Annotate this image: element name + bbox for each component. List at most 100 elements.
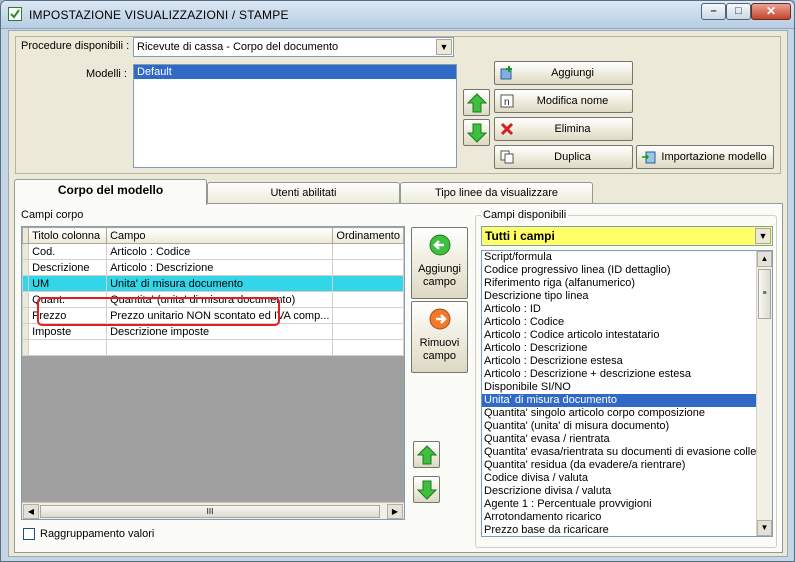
campi-disponibili-list[interactable]: Script/formula Codice progressivo linea (… — [481, 250, 773, 537]
table-row[interactable]: Descrizione Articolo : Descrizione — [22, 259, 404, 276]
duplica-button[interactable]: Duplica — [494, 145, 633, 169]
scroll-right-icon[interactable]: ▶ — [387, 504, 403, 519]
table-row-selected[interactable]: UM Unita' di misura documento — [22, 275, 404, 292]
horizontal-scrollbar[interactable]: ◀ III ▶ — [22, 502, 404, 519]
list-item[interactable]: Codice divisa / valuta — [482, 472, 756, 485]
minimize-button[interactable]: – — [701, 3, 726, 20]
cell-ordinamento[interactable] — [332, 275, 404, 292]
cell-campo[interactable]: Articolo : Codice — [106, 243, 334, 260]
list-item[interactable]: Prezzo base da ricaricare — [482, 524, 756, 536]
elimina-button[interactable]: Elimina — [494, 117, 633, 141]
campi-disponibili-label: Campi disponibili — [481, 209, 569, 221]
list-item[interactable]: Articolo : Codice articolo intestatario — [482, 329, 756, 342]
move-field-up-button[interactable] — [413, 441, 440, 468]
chevron-down-icon[interactable]: ▼ — [755, 228, 771, 244]
modelli-list[interactable]: Default — [133, 64, 457, 168]
minimize-icon: – — [710, 5, 717, 17]
cell-titolo[interactable] — [28, 339, 108, 356]
scroll-thumb[interactable]: III — [40, 505, 380, 518]
aggiungi-campo-label: Aggiungi campo — [418, 263, 461, 288]
list-item[interactable]: Script/formula — [482, 251, 756, 264]
column-header-titolo[interactable]: Titolo colonna — [28, 227, 108, 244]
cell-campo[interactable]: Unita' di misura documento — [106, 275, 334, 292]
cell-ordinamento[interactable] — [332, 307, 404, 324]
list-item[interactable]: Articolo : Descrizione estesa — [482, 355, 756, 368]
import-icon — [642, 151, 656, 164]
list-item[interactable]: Descrizione divisa / valuta — [482, 485, 756, 498]
procedure-select[interactable]: Ricevute di cassa - Corpo del documento … — [133, 37, 454, 57]
window-client: Procedure disponibili : Ricevute di cass… — [8, 30, 788, 557]
campi-corpo-label: Campi corpo — [21, 209, 84, 221]
column-header-campo[interactable]: Campo — [106, 227, 334, 244]
tab-tipo-linee[interactable]: Tipo linee da visualizzare — [400, 182, 593, 204]
rename-icon: n — [500, 94, 514, 108]
arrow-left-icon — [429, 234, 451, 256]
scroll-down-icon[interactable]: ▼ — [757, 520, 772, 536]
check-icon — [8, 7, 22, 21]
add-icon — [500, 66, 512, 80]
list-item[interactable]: Articolo : Codice — [482, 316, 756, 329]
aggiungi-button[interactable]: Aggiungi — [494, 61, 633, 85]
maximize-button[interactable]: □ — [726, 3, 751, 20]
cell-ordinamento[interactable] — [332, 259, 404, 276]
list-item[interactable]: Descrizione tipo linea — [482, 290, 756, 303]
list-item[interactable]: Arrotondamento ricarico — [482, 511, 756, 524]
tab-corpo-del-modello[interactable]: Corpo del modello — [14, 179, 207, 205]
scroll-up-icon[interactable]: ▲ — [757, 251, 772, 267]
window-title: IMPOSTAZIONE VISUALIZZAZIONI / STAMPE — [29, 8, 289, 22]
modifica-nome-button[interactable]: n Modifica nome — [494, 89, 633, 113]
column-header-ordinamento[interactable]: Ordinamento — [332, 227, 404, 244]
campi-corpo-grid[interactable]: Titolo colonna Campo Ordinamento Cod. Ar… — [21, 226, 405, 520]
procedure-label: Procedure disponibili : — [21, 40, 130, 52]
list-item[interactable]: Articolo : Descrizione + descrizione est… — [482, 368, 756, 381]
scroll-left-icon[interactable]: ◀ — [23, 504, 39, 519]
aggiungi-campo-button[interactable]: Aggiungi campo — [411, 227, 468, 299]
list-item[interactable]: Default — [134, 65, 456, 79]
list-item-selected[interactable]: Unita' di misura documento — [482, 394, 756, 407]
delete-icon — [500, 122, 514, 136]
list-item[interactable]: Agente 1 : Percentuale provvigioni — [482, 498, 756, 511]
list-item[interactable]: Codice progressivo linea (ID dettaglio) — [482, 264, 756, 277]
rimuovi-campo-button[interactable]: Rimuovi campo — [411, 301, 468, 373]
modifica-nome-label: Modifica nome — [536, 95, 609, 107]
close-button[interactable]: ✕ — [751, 3, 791, 20]
arrow-up-icon — [417, 445, 437, 465]
arrow-right-icon — [429, 308, 451, 330]
list-item[interactable]: Quantita' residua (da evadere/a rientrar… — [482, 459, 756, 472]
cell-titolo[interactable]: Descrizione — [28, 259, 108, 276]
campi-filter-value: Tutti i campi — [485, 229, 555, 243]
maximize-icon: □ — [735, 5, 742, 17]
campi-filter-select[interactable]: Tutti i campi ▼ — [481, 226, 773, 246]
list-item[interactable]: Articolo : ID — [482, 303, 756, 316]
cell-ordinamento[interactable] — [332, 339, 404, 356]
scroll-thumb[interactable]: ≡ — [758, 269, 771, 319]
table-header-row: Titolo colonna Campo Ordinamento — [22, 227, 404, 244]
list-item[interactable]: Quantita' evasa/rientrata su documenti d… — [482, 446, 756, 459]
raggruppamento-checkbox[interactable] — [23, 528, 35, 540]
cell-campo[interactable] — [106, 339, 334, 356]
list-item[interactable]: Disponibile SI/NO — [482, 381, 756, 394]
tab-utenti-abilitati[interactable]: Utenti abilitati — [207, 182, 400, 204]
cell-ordinamento[interactable] — [332, 243, 404, 260]
cell-campo[interactable]: Articolo : Descrizione — [106, 259, 334, 276]
table-row-new[interactable] — [22, 339, 404, 356]
table-row[interactable]: Cod. Articolo : Codice — [22, 243, 404, 260]
list-item[interactable]: Articolo : Descrizione — [482, 342, 756, 355]
list-item[interactable]: Quantita' (unita' di misura documento) — [482, 420, 756, 433]
move-down-model-button[interactable] — [463, 119, 490, 146]
title-bar: IMPOSTAZIONE VISUALIZZAZIONI / STAMPE – … — [1, 1, 794, 29]
chevron-down-icon[interactable]: ▼ — [436, 39, 452, 55]
list-item[interactable]: Quantita' singolo articolo corpo composi… — [482, 407, 756, 420]
aggiungi-label: Aggiungi — [551, 67, 594, 79]
list-item[interactable]: Quantita' evasa / rientrata — [482, 433, 756, 446]
raggruppamento-label: Raggruppamento valori — [40, 528, 155, 540]
vertical-scrollbar[interactable]: ▲ ≡ ▼ — [756, 251, 772, 536]
cell-titolo[interactable]: Cod. — [28, 243, 108, 260]
cell-ordinamento[interactable] — [332, 291, 404, 308]
importazione-modello-button[interactable]: Importazione modello — [636, 145, 774, 169]
cell-ordinamento[interactable] — [332, 323, 404, 340]
cell-titolo[interactable]: UM — [28, 275, 108, 292]
move-up-model-button[interactable] — [463, 89, 490, 116]
move-field-down-button[interactable] — [413, 476, 440, 503]
list-item[interactable]: Riferimento riga (alfanumerico) — [482, 277, 756, 290]
